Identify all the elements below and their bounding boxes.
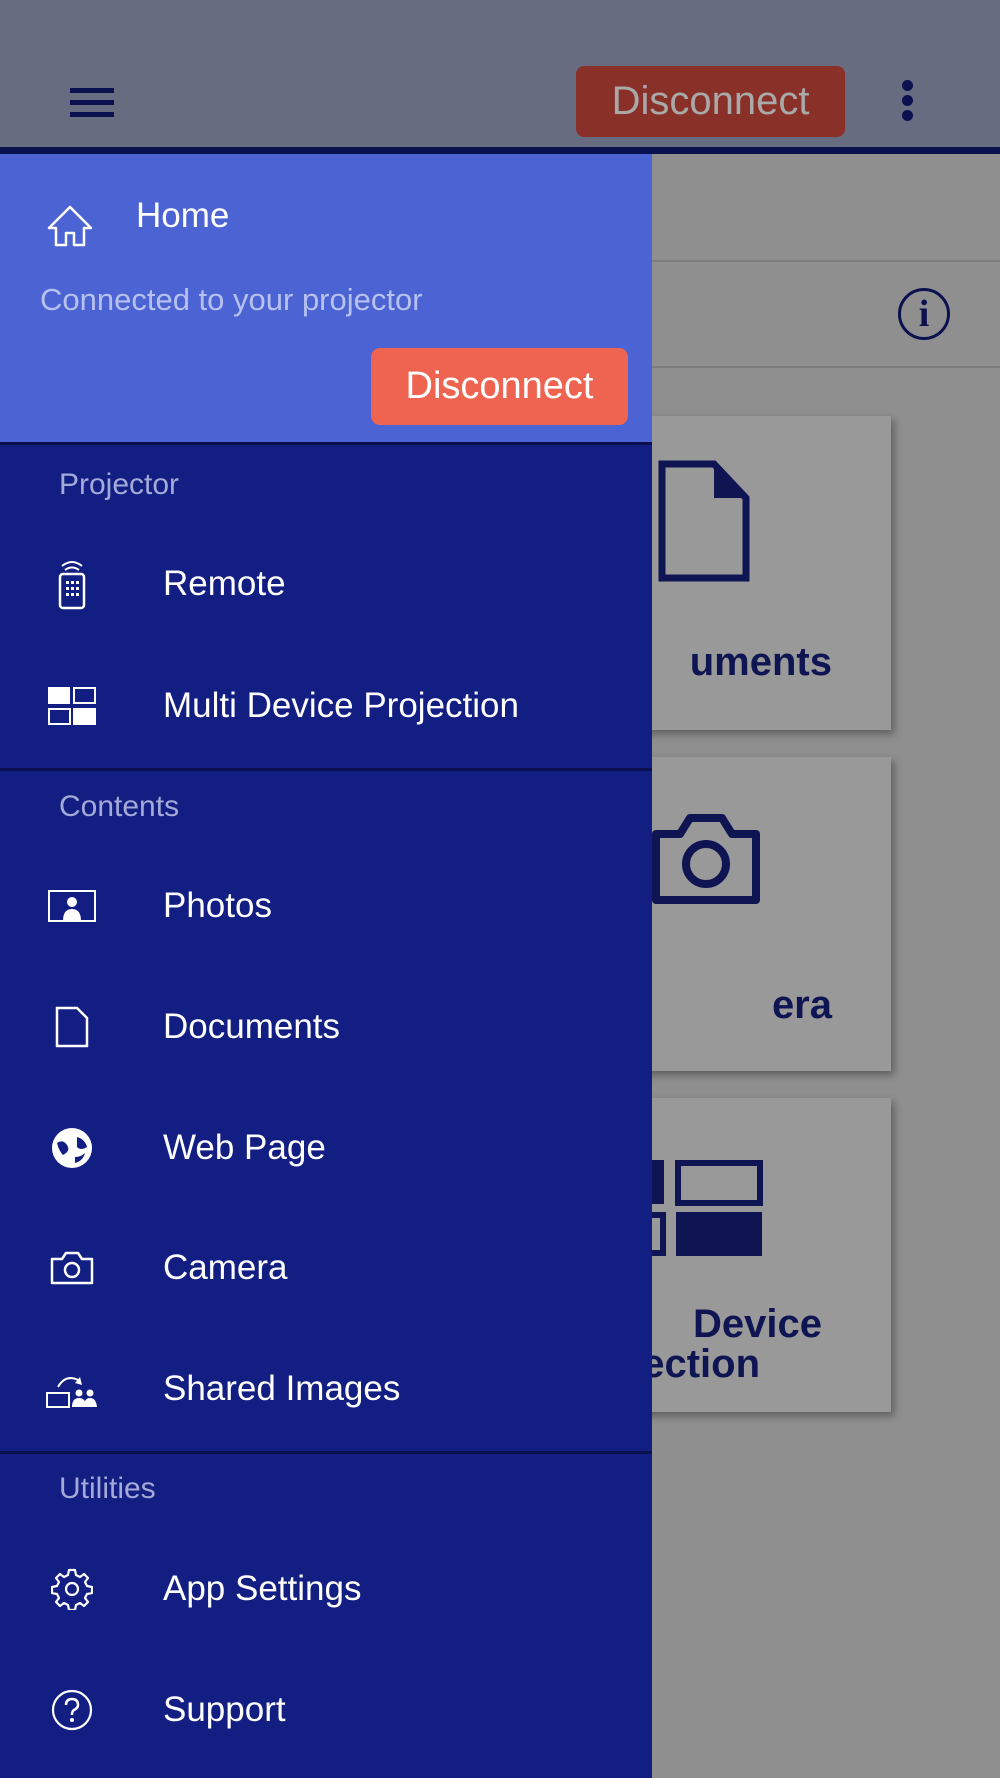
navigation-drawer: Home Connected to your projector Disconn…: [0, 154, 652, 1778]
drawer-home-header[interactable]: Home Connected to your projector Disconn…: [0, 154, 652, 445]
section-contents: Contents: [59, 790, 180, 823]
menu-item-label: App Settings: [163, 1569, 362, 1608]
menu-item-remote[interactable]: Remote: [0, 534, 652, 634]
gear-icon: [50, 1568, 93, 1610]
help-icon: [51, 1689, 92, 1731]
top-app-bar: Disconnect: [0, 0, 1000, 148]
top-disconnect-button[interactable]: Disconnect: [576, 66, 845, 137]
menu-item-documents[interactable]: Documents: [0, 977, 652, 1077]
menu-item-label: Camera: [163, 1248, 288, 1287]
section-divider: [0, 768, 652, 771]
header-divider: [0, 147, 1000, 154]
menu-item-label: Multi Device Projection: [163, 686, 519, 725]
menu-item-web-page[interactable]: Web Page: [0, 1098, 652, 1198]
menu-item-support[interactable]: Support: [0, 1660, 652, 1760]
connection-status: Connected to your projector: [40, 282, 423, 317]
document-icon: [55, 1006, 88, 1048]
camera-icon: [652, 814, 760, 904]
photo-icon: [47, 890, 96, 922]
background-row: [652, 154, 1000, 262]
menu-item-label: Remote: [163, 564, 286, 603]
disconnect-button[interactable]: Disconnect: [371, 348, 628, 425]
section-divider: [0, 1451, 652, 1454]
home-icon: [47, 205, 93, 247]
menu-item-app-settings[interactable]: App Settings: [0, 1539, 652, 1639]
menu-item-label: Shared Images: [163, 1369, 401, 1408]
menu-item-photos[interactable]: Photos: [0, 856, 652, 956]
home-title: Home: [136, 196, 230, 235]
shared-images-icon: [45, 1377, 97, 1408]
globe-icon: [51, 1128, 92, 1168]
info-icon[interactable]: i: [898, 288, 950, 340]
menu-item-camera[interactable]: Camera: [0, 1218, 652, 1318]
hamburger-icon[interactable]: [70, 88, 114, 118]
kebab-icon[interactable]: [898, 80, 918, 122]
document-icon: [658, 460, 750, 582]
menu-item-label: Documents: [163, 1007, 341, 1046]
menu-item-multi-device-projection[interactable]: Multi Device Projection: [0, 656, 652, 756]
section-projector: Projector: [59, 468, 180, 501]
section-utilities: Utilities: [59, 1472, 156, 1505]
remote-icon: [58, 561, 85, 610]
menu-item-label: Support: [163, 1690, 286, 1729]
camera-icon: [50, 1251, 93, 1285]
menu-item-label: Web Page: [163, 1128, 326, 1167]
multi-device-icon: [47, 687, 96, 725]
menu-item-shared-images[interactable]: Shared Images: [0, 1339, 652, 1439]
menu-item-label: Photos: [163, 886, 272, 925]
